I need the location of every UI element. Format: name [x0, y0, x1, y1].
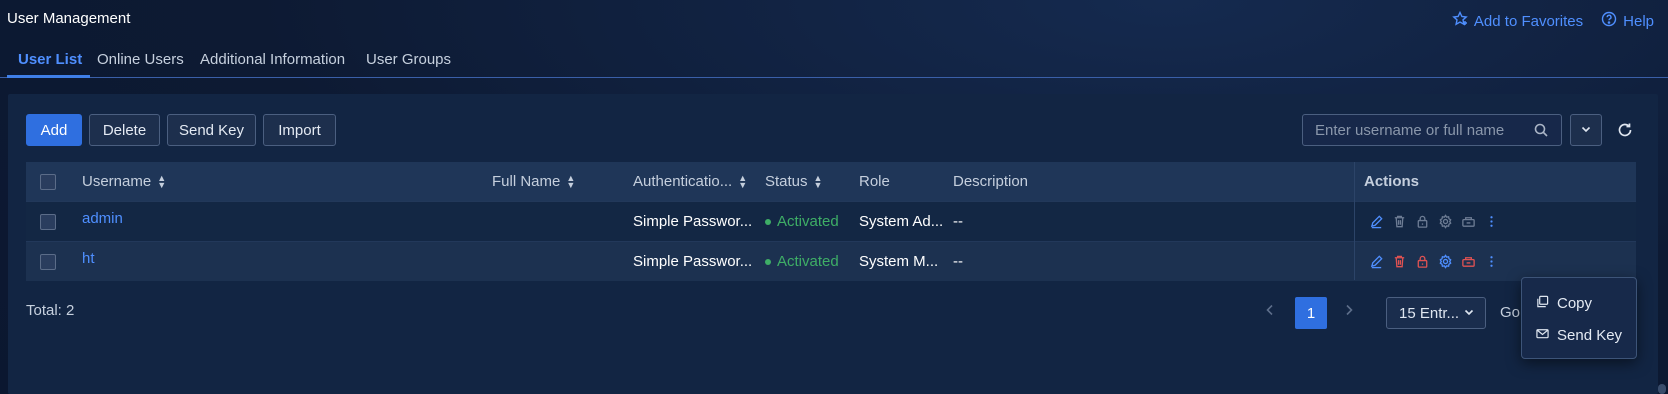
actions-column-divider	[1354, 162, 1355, 280]
status-badge: Activated	[765, 242, 839, 281]
menu-item-label: Send Key	[1557, 326, 1623, 344]
lock-icon	[1415, 214, 1430, 229]
import-button[interactable]: Import	[263, 114, 336, 146]
column-header-status[interactable]: Status ▲ ▼	[765, 162, 822, 201]
status-badge: Activated	[765, 202, 839, 241]
total-count: Total: 2	[26, 302, 75, 319]
sort-icon: ▲ ▼	[566, 172, 576, 190]
column-header-full-name[interactable]: Full Name ▲ ▼	[492, 162, 575, 201]
star-icon	[1452, 10, 1468, 31]
refresh-icon[interactable]	[1615, 120, 1635, 140]
delete-button[interactable]: Delete	[89, 114, 160, 146]
column-header-description: Description	[953, 173, 1029, 190]
tab-online-users[interactable]: Online Users	[97, 51, 184, 68]
tab-additional-information[interactable]: Additional Information	[200, 51, 345, 68]
table-row: ht Simple Passwor... Activated System M.…	[26, 241, 1636, 281]
menu-item-send-key[interactable]: Send Key	[1522, 319, 1636, 351]
status-dot	[765, 258, 771, 265]
column-label: Authenticatio...	[633, 173, 733, 190]
scrollbar[interactable]	[1658, 384, 1666, 394]
description-cell: --	[953, 213, 963, 230]
sort-icon: ▲ ▼	[157, 172, 167, 190]
copy-icon	[1536, 295, 1549, 312]
role-cell: System M...	[859, 253, 939, 270]
status-dot	[765, 218, 771, 225]
settings-icon	[1438, 214, 1453, 229]
help-label: Help	[1623, 12, 1654, 30]
page-number-current[interactable]: 1	[1295, 297, 1327, 329]
active-tab-indicator	[7, 75, 90, 78]
chevron-left-icon[interactable]	[1263, 302, 1277, 318]
delete-icon[interactable]	[1392, 254, 1407, 269]
select-all-checkbox[interactable]	[40, 173, 56, 190]
unbind-icon[interactable]	[1461, 254, 1476, 269]
page-size-value: 15 Entr...	[1399, 304, 1460, 322]
more-icon[interactable]	[1484, 254, 1499, 269]
row-actions	[1369, 242, 1499, 281]
row-actions	[1369, 202, 1499, 241]
lock-icon[interactable]	[1415, 254, 1430, 269]
username-link[interactable]: ht	[82, 239, 95, 278]
sort-icon: ▲ ▼	[813, 172, 823, 190]
menu-item-copy[interactable]: Copy	[1522, 287, 1636, 319]
page-size-select[interactable]: 15 Entr...	[1386, 297, 1486, 329]
auth-cell: Simple Passwor...	[633, 213, 753, 230]
username-link[interactable]: admin	[82, 199, 123, 238]
top-actions: Add to Favorites Help	[1452, 10, 1654, 31]
page-title: User Management	[7, 10, 131, 27]
filter-dropdown-button[interactable]	[1570, 114, 1602, 146]
column-header-actions: Actions	[1364, 173, 1420, 190]
column-label: Username	[82, 173, 152, 190]
help-link[interactable]: Help	[1601, 11, 1654, 31]
status-label: Activated	[777, 213, 839, 230]
row-checkbox[interactable]	[40, 213, 56, 230]
column-header-authentication[interactable]: Authenticatio... ▲ ▼	[633, 162, 747, 201]
column-header-username[interactable]: Username ▲ ▼	[82, 162, 166, 201]
mail-icon	[1536, 327, 1549, 344]
settings-icon[interactable]	[1438, 254, 1453, 269]
status-label: Activated	[777, 253, 839, 270]
send-key-button[interactable]: Send Key	[167, 114, 256, 146]
chevron-down-icon	[1580, 122, 1592, 139]
edit-icon[interactable]	[1369, 254, 1384, 269]
tab-user-list[interactable]: User List	[18, 51, 82, 68]
search-input[interactable]	[1303, 121, 1533, 139]
tab-user-groups[interactable]: User Groups	[366, 51, 451, 68]
goto-label: Go	[1500, 304, 1521, 321]
search-icon[interactable]	[1533, 122, 1549, 138]
column-label: Full Name	[492, 173, 561, 190]
add-to-favorites-link[interactable]: Add to Favorites	[1452, 10, 1584, 31]
add-button[interactable]: Add	[26, 114, 82, 146]
row-checkbox[interactable]	[40, 253, 56, 270]
delete-icon	[1392, 214, 1407, 229]
edit-icon[interactable]	[1369, 214, 1384, 229]
table-row: admin Simple Passwor... Activated System…	[26, 201, 1636, 241]
help-icon	[1601, 11, 1617, 31]
sort-icon: ▲ ▼	[738, 172, 748, 190]
tab-bar: User List Online Users Additional Inform…	[0, 50, 1668, 78]
table-header: Username ▲ ▼ Full Name ▲ ▼ Authenticatio..…	[26, 162, 1636, 201]
add-to-favorites-label: Add to Favorites	[1473, 12, 1584, 30]
menu-item-label: Copy	[1557, 294, 1593, 312]
more-actions-menu: Copy Send Key	[1521, 277, 1637, 359]
description-cell: --	[953, 253, 963, 270]
auth-cell: Simple Passwor...	[633, 253, 753, 270]
chevron-right-icon[interactable]	[1342, 302, 1356, 318]
unbind-icon	[1461, 214, 1476, 229]
search-box	[1302, 114, 1562, 146]
chevron-down-icon	[1463, 305, 1475, 322]
column-label: Status	[765, 173, 808, 190]
more-icon[interactable]	[1484, 214, 1499, 229]
column-header-role: Role	[859, 173, 890, 190]
role-cell: System Ad...	[859, 213, 944, 230]
